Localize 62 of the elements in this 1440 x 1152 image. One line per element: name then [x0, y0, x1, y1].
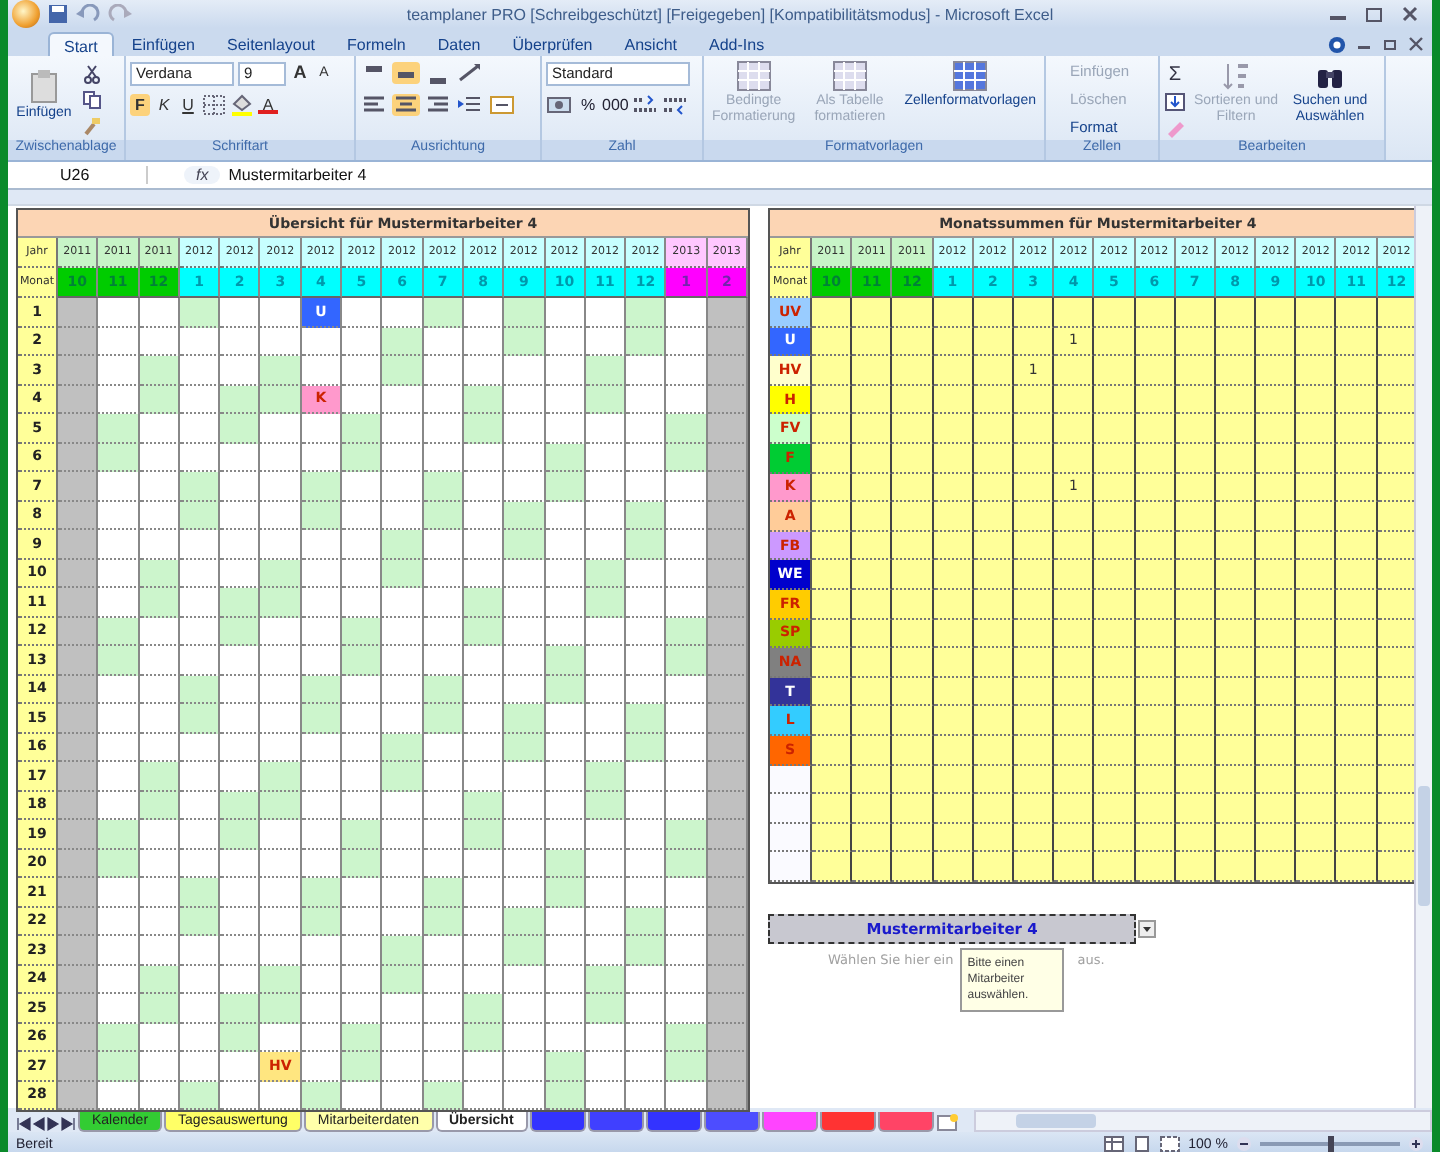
clipboard-icon: [26, 68, 62, 104]
zoom-in-icon[interactable]: [1408, 1136, 1424, 1152]
font-style-button[interactable]: F: [130, 94, 150, 116]
ribbon-tab[interactable]: Einfügen: [117, 32, 209, 56]
sheet-tab[interactable]: [587, 1112, 644, 1132]
ribbon-tab[interactable]: Formeln: [333, 32, 420, 56]
ribbon-tab[interactable]: Überprüfen: [498, 32, 607, 56]
close-icon[interactable]: [1408, 36, 1424, 52]
sheet-tab[interactable]: [645, 1112, 702, 1132]
thousands-button[interactable]: 000: [602, 94, 629, 116]
grow-font-button[interactable]: A: [290, 62, 310, 84]
fill-down-icon[interactable]: [1164, 92, 1186, 112]
page-break-icon[interactable]: [1160, 1136, 1181, 1152]
horizontal-align-icon[interactable]: [360, 94, 388, 116]
font-style-button[interactable]: K: [154, 94, 174, 116]
decrease-decimal-icon[interactable]: [662, 94, 689, 116]
function-button[interactable]: fx: [184, 166, 221, 184]
normal-view-icon[interactable]: [1104, 1136, 1125, 1152]
merge-cells-icon[interactable]: [488, 94, 516, 116]
page-layout-icon[interactable]: [1132, 1136, 1153, 1152]
help-icon[interactable]: [1328, 35, 1346, 53]
copy-icon[interactable]: [82, 90, 102, 110]
sort-icon: [1220, 60, 1252, 92]
horizontal-scrollbar[interactable]: [973, 1110, 1432, 1132]
text-orientation-icon[interactable]: [456, 62, 484, 84]
horizontal-align-icon[interactable]: [392, 94, 420, 116]
ribbon-tab[interactable]: Seitenlayout: [213, 32, 330, 56]
formula-field[interactable]: Mustermitarbeiter 4: [228, 166, 1432, 184]
close-icon[interactable]: [1400, 6, 1420, 22]
currency-icon[interactable]: [546, 94, 574, 116]
ribbon-tab[interactable]: Daten: [423, 32, 495, 56]
zoom-out-icon[interactable]: [1236, 1136, 1252, 1152]
table-style-icon: [952, 60, 989, 92]
sheet-tab[interactable]: [703, 1112, 760, 1132]
zoom-slider-thumb[interactable]: [1327, 1136, 1333, 1152]
font-color-button[interactable]: A: [258, 96, 278, 114]
indent-icon[interactable]: [456, 94, 484, 116]
autosum-button[interactable]: Σ: [1164, 64, 1186, 86]
fill-color-icon[interactable]: [230, 94, 254, 116]
font-style-button[interactable]: U: [178, 94, 198, 116]
sheet-tab[interactable]: [529, 1112, 586, 1132]
vertical-align-icon[interactable]: [392, 62, 420, 84]
window-title: teamplaner PRO [Schreibgeschützt] [Freigegeben] [Kompatibilitätsmodus] - Microsoft Excel: [404, 5, 1056, 23]
percent-button[interactable]: %: [578, 94, 598, 116]
horizontal-align-icon[interactable]: [424, 94, 452, 116]
restore-icon[interactable]: [1382, 36, 1398, 52]
sheet-navigation-icon[interactable]: [16, 1116, 76, 1132]
table-style-icon: [735, 60, 772, 92]
increase-decimal-icon[interactable]: [632, 94, 659, 116]
border-icon[interactable]: [202, 94, 226, 116]
ribbon-tab[interactable]: Ansicht: [610, 32, 691, 56]
scissors-icon[interactable]: [82, 64, 102, 84]
table-style-icon: [831, 60, 868, 92]
ribbon-tab[interactable]: Add-Ins: [695, 32, 779, 56]
maximize-icon[interactable]: [1364, 6, 1384, 22]
insert-sheet-icon[interactable]: [935, 1114, 960, 1132]
vertical-scrollbar[interactable]: [1414, 206, 1432, 1108]
name-box[interactable]: U26: [8, 166, 148, 184]
sheet-tab[interactable]: [819, 1112, 876, 1132]
ribbon-tab[interactable]: Start: [48, 32, 114, 56]
save-icon[interactable]: [48, 4, 68, 24]
sheet-tab[interactable]: [877, 1112, 934, 1132]
